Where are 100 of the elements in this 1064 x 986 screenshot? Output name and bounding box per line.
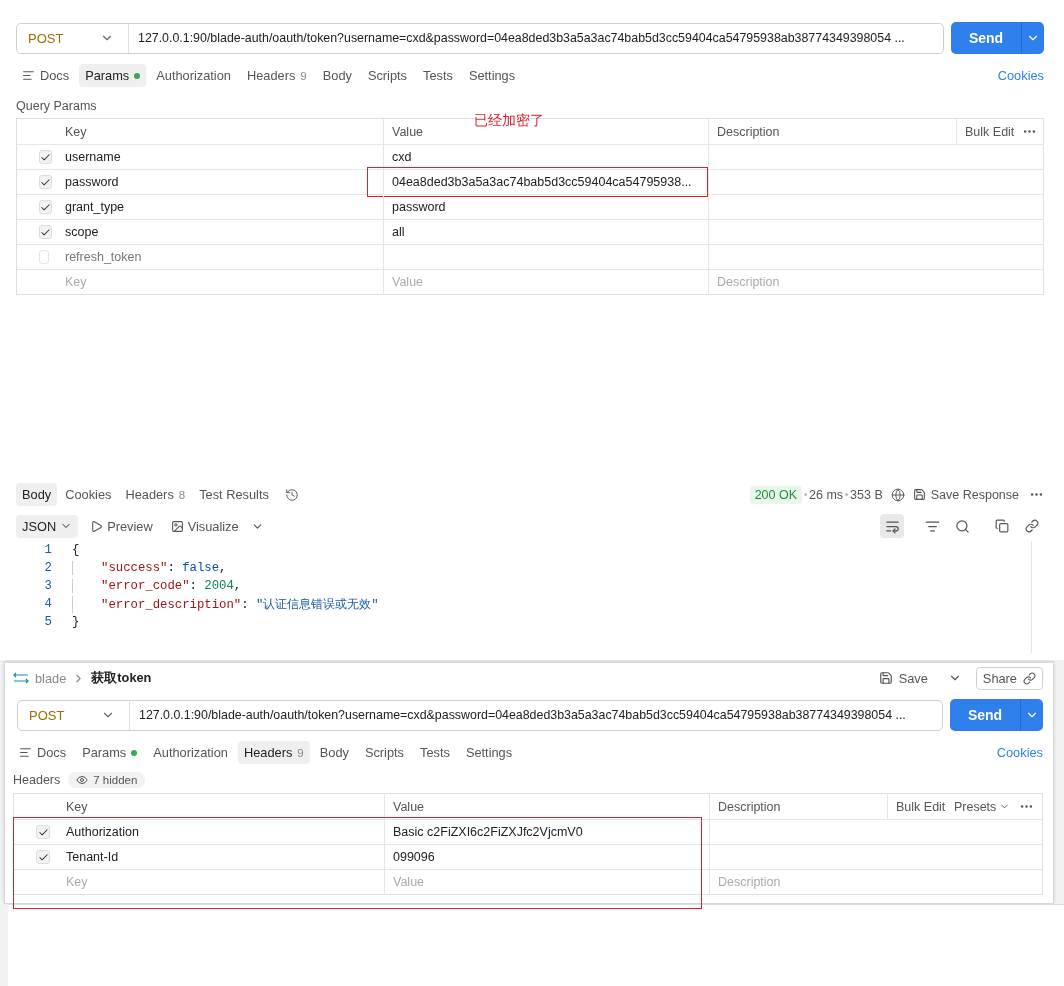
column-header: Description: [708, 119, 956, 144]
view-button[interactable]: Preview: [84, 518, 159, 534]
tab[interactable]: Tests: [417, 64, 459, 87]
tab[interactable]: Params: [76, 741, 144, 764]
code-line: "error_description": "认证信息错误或无效": [72, 595, 379, 613]
checkbox[interactable]: [36, 850, 50, 864]
tab-count: 8: [178, 488, 186, 501]
docs-icon: [19, 746, 32, 759]
annotation-text: 已经加密了: [474, 112, 544, 130]
eye-icon: [76, 774, 89, 786]
separator-dot: [804, 493, 807, 496]
tab[interactable]: Headers 9: [237, 741, 310, 764]
checkbox[interactable]: [39, 150, 52, 164]
image-icon: [170, 519, 184, 533]
table-cell: 04ea8ded3b3a5a3ac74bab5d3cc59404ca54795938...: [392, 175, 692, 189]
table-cell-text: Authorization: [65, 824, 140, 841]
status-badge: 200 OK: [749, 485, 802, 504]
table-action[interactable]: Bulk Edit: [965, 124, 1015, 139]
tab[interactable]: Scripts: [361, 64, 413, 87]
line-number: 3: [43, 579, 53, 593]
share-button[interactable]: Share: [975, 666, 1043, 690]
tab[interactable]: Headers 9: [240, 64, 313, 87]
tab[interactable]: Docs: [16, 64, 76, 87]
tab[interactable]: Authorization: [147, 741, 234, 764]
value-field[interactable]: Value: [392, 275, 700, 289]
request-title: 获取token: [91, 669, 152, 687]
method-select[interactable]: POST: [18, 700, 130, 730]
table-cell: all: [392, 225, 405, 239]
line-number: 5: [43, 615, 53, 629]
line-number: 1: [43, 543, 53, 557]
table-cell: Basic c2FiZXI6c2FiZXJfc2VjcmV0: [393, 825, 583, 839]
breadcrumb-item[interactable]: blade: [35, 670, 67, 686]
table-cell-text: grant_type: [64, 199, 126, 216]
section-label: Headers: [13, 773, 61, 787]
format-select[interactable]: JSON: [16, 514, 79, 538]
table-cell: 099096: [393, 850, 435, 864]
column-header: Description: [709, 794, 887, 819]
link-icon: [1023, 671, 1036, 685]
table-cell-text: scope: [64, 224, 100, 241]
tab[interactable]: Cookies: [59, 483, 118, 506]
history-icon[interactable]: [284, 487, 299, 502]
checkbox[interactable]: [36, 825, 50, 839]
hidden-headers-toggle[interactable]: 7 hidden: [68, 772, 146, 788]
line-number: 4: [43, 597, 53, 611]
table-cell-text: username: [64, 149, 122, 166]
code-line: "success": false,: [72, 561, 227, 575]
checkbox[interactable]: [39, 175, 52, 189]
tab[interactable]: Tests: [414, 741, 456, 764]
table-action[interactable]: Bulk Edit: [896, 799, 946, 814]
table-cell-text: refresh_token: [64, 249, 143, 266]
play-icon: [90, 519, 104, 533]
cookies-link[interactable]: Cookies: [996, 745, 1043, 760]
http-icon: [13, 672, 29, 684]
wrap-icon[interactable]: [880, 514, 904, 538]
method-select[interactable]: POST: [17, 23, 129, 53]
checkbox[interactable]: [39, 225, 52, 239]
tab[interactable]: Authorization: [150, 64, 237, 87]
cookies-link[interactable]: Cookies: [997, 68, 1044, 83]
key-field[interactable]: Key: [66, 875, 376, 889]
tab[interactable]: Settings: [462, 64, 522, 87]
table-cell-text: password: [64, 174, 120, 191]
code-line: "error_code": 2004,: [72, 579, 242, 593]
table-cell-text: Tenant-Id: [65, 849, 120, 866]
view-button[interactable]: Visualize: [164, 518, 245, 534]
tab[interactable]: Scripts: [358, 741, 410, 764]
tab[interactable]: Test Results: [193, 483, 275, 506]
checkbox[interactable]: [39, 250, 49, 264]
table-action[interactable]: Presets: [953, 799, 1011, 814]
tab[interactable]: Settings: [459, 741, 519, 764]
tab[interactable]: Params: [79, 64, 147, 87]
value-field[interactable]: Value: [393, 875, 701, 889]
tab[interactable]: Body: [16, 483, 58, 506]
column-header: Value: [384, 794, 709, 819]
tab[interactable]: Docs: [13, 741, 73, 764]
save-icon: [912, 488, 926, 501]
tab[interactable]: Body: [313, 741, 355, 764]
separator-dot: [845, 493, 849, 496]
tab-count: 9: [300, 69, 307, 82]
docs-icon: [22, 69, 35, 82]
description-field[interactable]: Description: [717, 275, 948, 289]
table-cell: cxd: [392, 150, 412, 164]
checkbox[interactable]: [39, 200, 52, 214]
section-label: Query Params: [16, 99, 97, 113]
column-header: Key: [64, 123, 88, 141]
table-cell: password: [392, 200, 446, 214]
tab[interactable]: Headers 8: [119, 483, 192, 506]
response-time: 26 ms: [809, 487, 844, 502]
description-field[interactable]: Description: [718, 875, 879, 889]
response-size: 353 B: [850, 487, 883, 502]
save-response-button[interactable]: Save Response: [912, 487, 1019, 502]
column-header: Key: [65, 798, 89, 816]
url-field[interactable]: POST 127.0.0.1:90/blade-auth/oauth/token?username=cxd&password=04ea8ded3b3a5a3ac74bab5d3cc59404ca54795938ab38774349398054 ...: [17, 699, 943, 731]
tab-count: 9: [297, 746, 304, 759]
key-field[interactable]: Key: [65, 275, 375, 289]
code-line: {: [72, 543, 80, 557]
save-icon: [878, 671, 893, 685]
url-field[interactable]: POST 127.0.0.1:90/blade-auth/oauth/token?username=cxd&password=04ea8ded3b3a5a3ac74bab5d3cc59404ca54795938ab38774349398054 ...: [16, 22, 944, 54]
tab[interactable]: Body: [316, 64, 358, 87]
globe-icon[interactable]: [890, 487, 905, 502]
code-line: }: [72, 615, 80, 629]
